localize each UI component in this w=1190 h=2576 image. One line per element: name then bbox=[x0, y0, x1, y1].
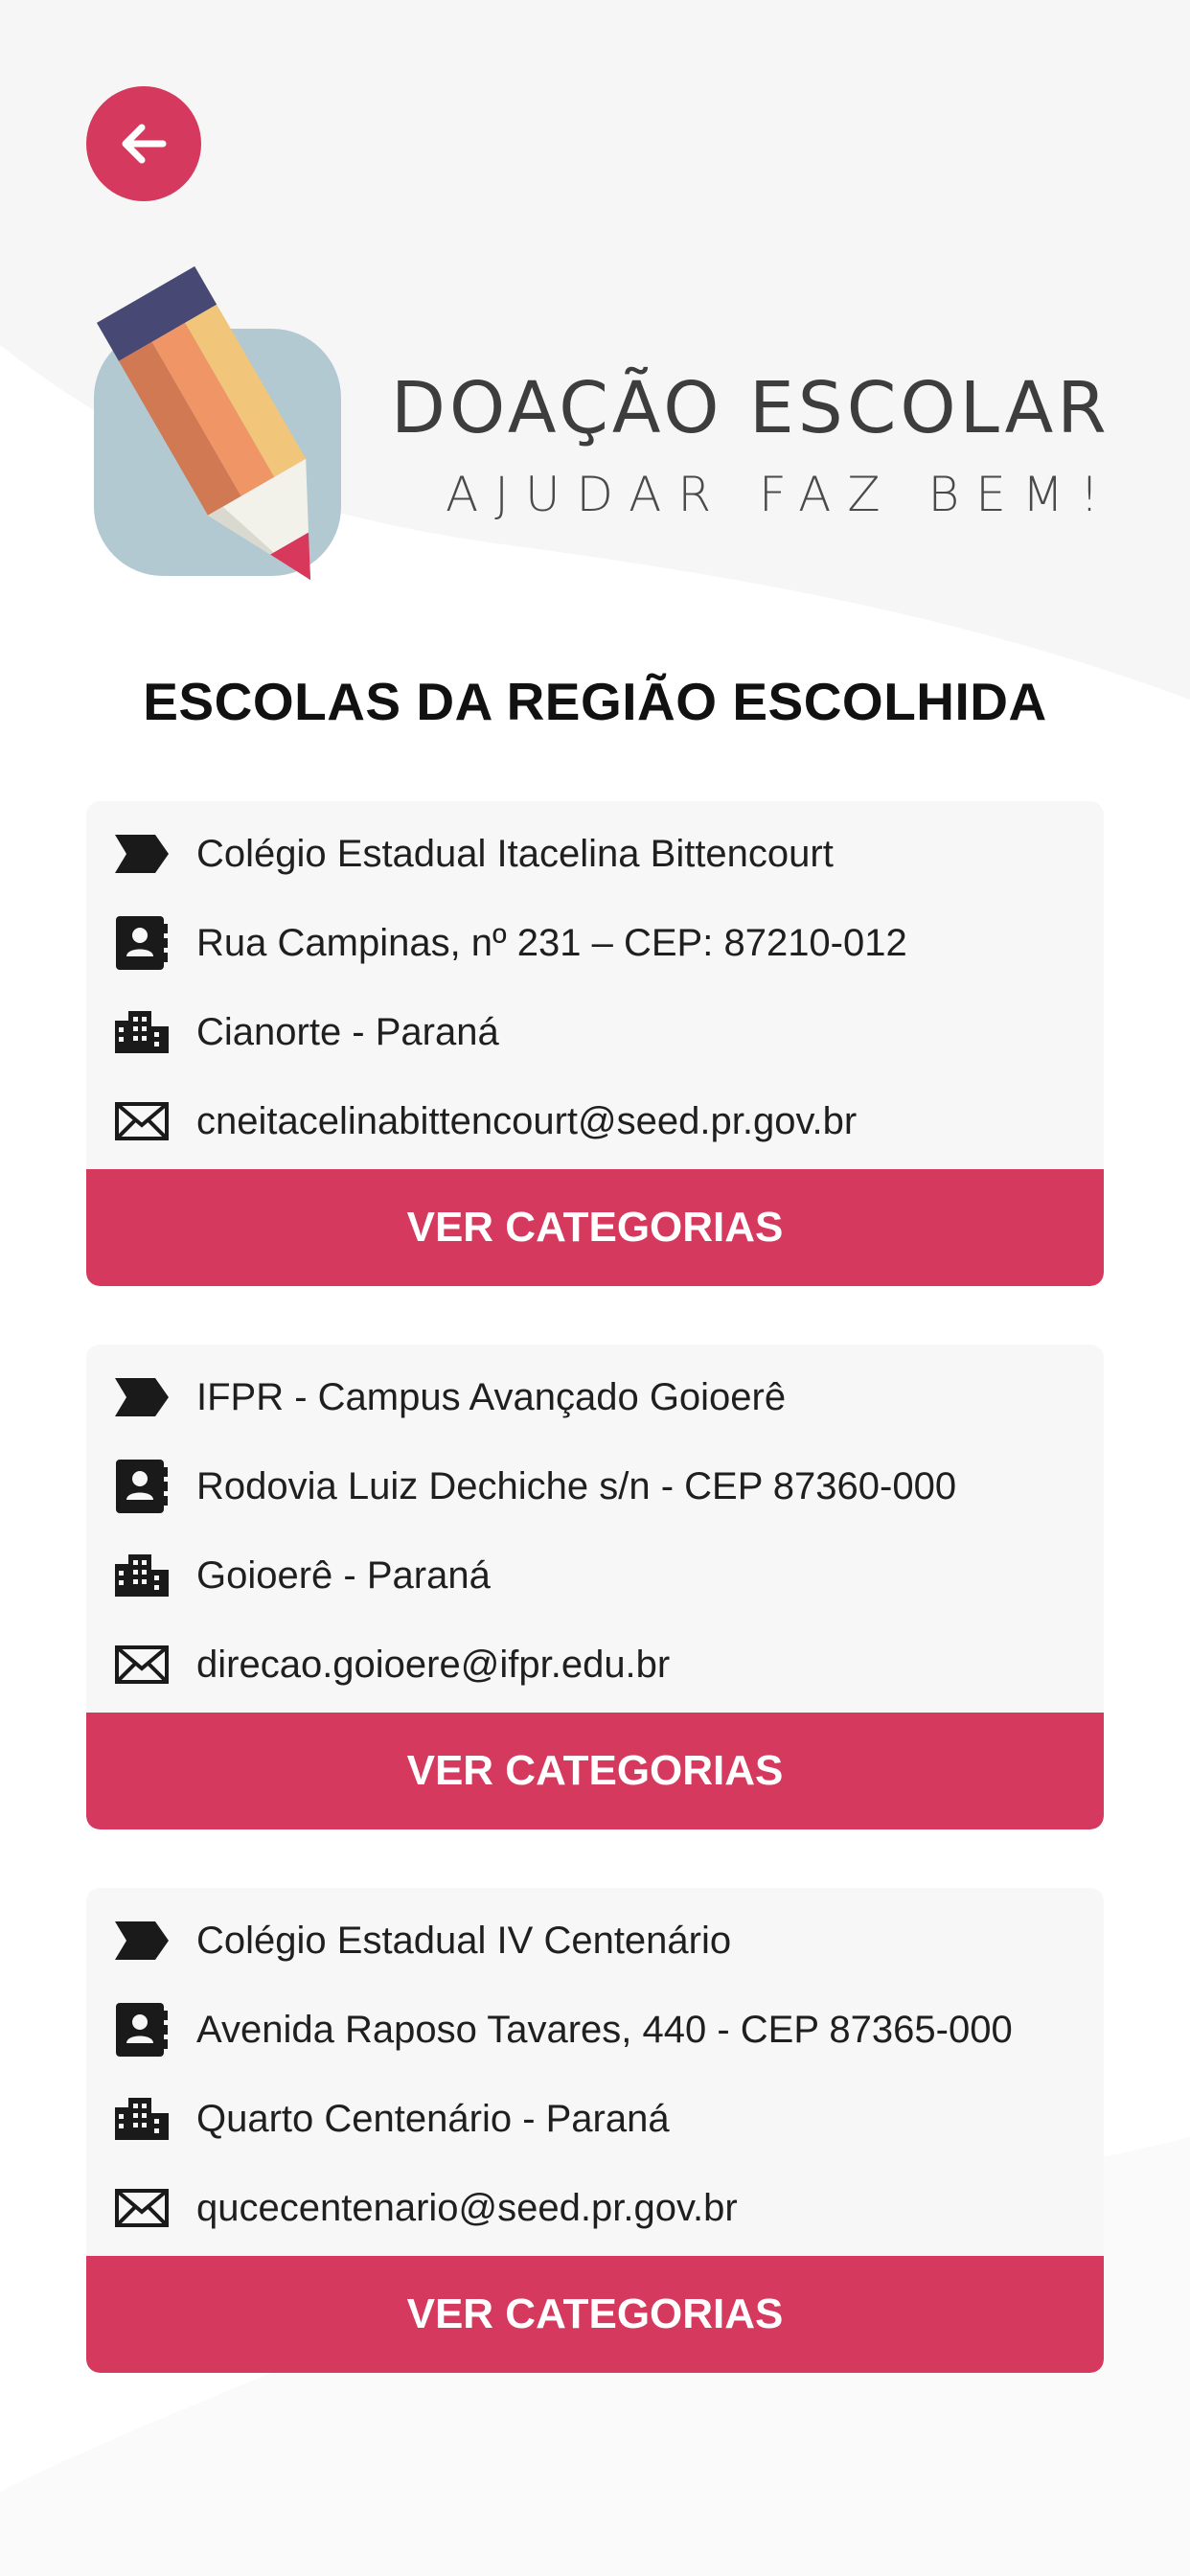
city-buildings-icon bbox=[113, 1547, 171, 1604]
envelope-icon bbox=[113, 1636, 171, 1693]
city-buildings-icon bbox=[113, 1003, 171, 1061]
school-name-row: IFPR - Campus Avançado Goioerê bbox=[113, 1364, 786, 1431]
view-categories-button[interactable]: VER CATEGORIAS bbox=[86, 1713, 1104, 1829]
app-logo: DOAÇÃO ESCOLAR AJUDAR FAZ BEM! bbox=[86, 254, 1121, 599]
school-address-row: Avenida Raposo Tavares, 440 - CEP 87365-… bbox=[113, 1996, 1013, 2063]
city-buildings-icon bbox=[113, 2090, 171, 2148]
school-name: IFPR - Campus Avançado Goioerê bbox=[196, 1375, 787, 1418]
envelope-icon bbox=[113, 1092, 171, 1150]
logo-subtitle: AJUDAR FAZ BEM! bbox=[446, 467, 1116, 522]
school-name-row: Colégio Estadual IV Centenário bbox=[113, 1907, 731, 1974]
school-city-row: Goioerê - Paraná bbox=[113, 1542, 491, 1609]
back-button[interactable] bbox=[86, 86, 201, 201]
view-categories-button[interactable]: VER CATEGORIAS bbox=[86, 1169, 1104, 1286]
school-email-row: cneitacelinabittencourt@seed.pr.gov.br bbox=[113, 1088, 857, 1155]
arrow-left-icon bbox=[122, 124, 167, 164]
school-city: Quarto Centenário - Paraná bbox=[196, 2097, 670, 2140]
school-card: Colégio Estadual Itacelina Bittencourt R… bbox=[86, 801, 1104, 1286]
school-address: Rua Campinas, nº 231 – CEP: 87210-012 bbox=[196, 921, 907, 964]
label-tag-icon bbox=[113, 1912, 171, 1969]
school-city: Cianorte - Paraná bbox=[196, 1010, 499, 1053]
label-tag-icon bbox=[113, 1368, 171, 1426]
label-tag-icon bbox=[113, 825, 171, 883]
school-city-row: Quarto Centenário - Paraná bbox=[113, 2085, 670, 2152]
school-email[interactable]: cneitacelinabittencourt@seed.pr.gov.br bbox=[196, 1100, 857, 1143]
school-address-row: Rua Campinas, nº 231 – CEP: 87210-012 bbox=[113, 909, 907, 977]
contact-book-icon bbox=[113, 2001, 171, 2058]
school-city-row: Cianorte - Paraná bbox=[113, 999, 499, 1066]
school-email-row: qucecentenario@seed.pr.gov.br bbox=[113, 2174, 738, 2242]
contact-book-icon bbox=[113, 914, 171, 972]
page-title: ESCOLAS DA REGIÃO ESCOLHIDA bbox=[143, 672, 1047, 731]
school-email[interactable]: direcao.goioere@ifpr.edu.br bbox=[196, 1644, 670, 1687]
contact-book-icon bbox=[113, 1458, 171, 1515]
logo-title: DOAÇÃO ESCOLAR bbox=[391, 367, 1110, 449]
school-address-row: Rodovia Luiz Dechiche s/n - CEP 87360-00… bbox=[113, 1453, 956, 1520]
envelope-icon bbox=[113, 2179, 171, 2237]
school-address: Rodovia Luiz Dechiche s/n - CEP 87360-00… bbox=[196, 1464, 957, 1507]
school-city: Goioerê - Paraná bbox=[196, 1553, 491, 1597]
school-address: Avenida Raposo Tavares, 440 - CEP 87365-… bbox=[196, 2008, 1013, 2051]
school-card: IFPR - Campus Avançado Goioerê Rodovia L… bbox=[86, 1345, 1104, 1829]
school-name: Colégio Estadual IV Centenário bbox=[196, 1919, 732, 1962]
school-name-row: Colégio Estadual Itacelina Bittencourt bbox=[113, 820, 834, 887]
school-name: Colégio Estadual Itacelina Bittencourt bbox=[196, 832, 834, 875]
school-card: Colégio Estadual IV Centenário Avenida R… bbox=[86, 1888, 1104, 2373]
school-email[interactable]: qucecentenario@seed.pr.gov.br bbox=[196, 2187, 738, 2230]
school-email-row: direcao.goioere@ifpr.edu.br bbox=[113, 1631, 670, 1698]
view-categories-button[interactable]: VER CATEGORIAS bbox=[86, 2256, 1104, 2373]
pencil-logo-icon bbox=[94, 265, 341, 581]
